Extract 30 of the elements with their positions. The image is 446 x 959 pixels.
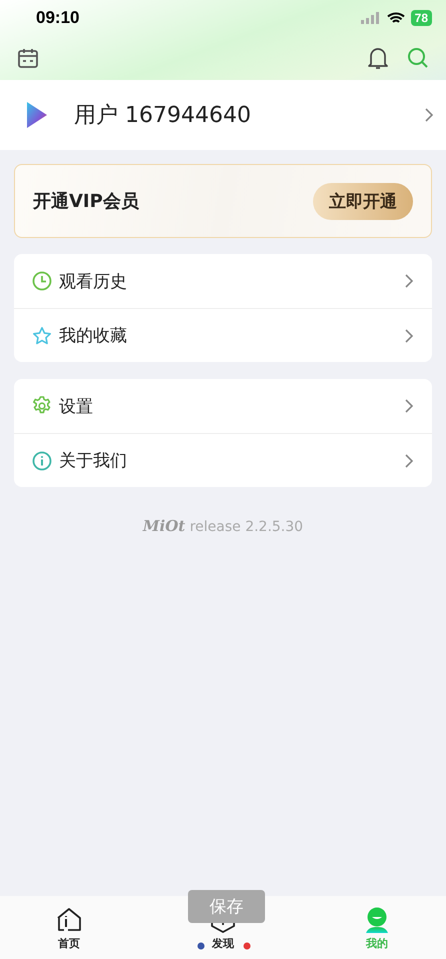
menu-item[interactable]: 我的收藏 (14, 308, 432, 362)
activate-button[interactable]: 立即开通 (313, 182, 413, 220)
chevron-icon (404, 398, 414, 414)
signal-icon (360, 12, 381, 24)
battery-indicator: 78 (410, 10, 432, 26)
info-icon (32, 450, 52, 470)
wifi-icon (386, 12, 405, 24)
home-icon (55, 906, 83, 934)
user-name: 用户 167944640 (74, 102, 252, 130)
star-icon (32, 326, 52, 346)
profile-row[interactable]: 用户 167944640 (0, 80, 446, 150)
calendar-icon[interactable] (17, 47, 39, 69)
vip-title: 开通VIP会员 (33, 190, 139, 213)
chevron-icon (424, 107, 434, 123)
chevron-icon (404, 452, 414, 468)
version-text: release 2.2.5.30 (190, 519, 304, 535)
clock-icon (32, 271, 52, 291)
menu-item[interactable]: 关于我们 (14, 433, 432, 487)
tab-item[interactable]: 首页 (34, 896, 104, 959)
chevron-icon (404, 273, 414, 289)
app-logo: MiOt (142, 517, 186, 535)
menu-item[interactable]: 观看历史 (14, 254, 432, 308)
save-toast: 保存 (188, 890, 265, 923)
chevron-icon (404, 328, 414, 344)
gear-icon (32, 396, 52, 416)
bell-icon[interactable] (367, 46, 389, 70)
status-time: 09:10 (36, 8, 80, 28)
avatar-icon (363, 906, 391, 934)
play-logo-icon (26, 101, 48, 129)
menu-item[interactable]: 设置 (14, 379, 432, 433)
